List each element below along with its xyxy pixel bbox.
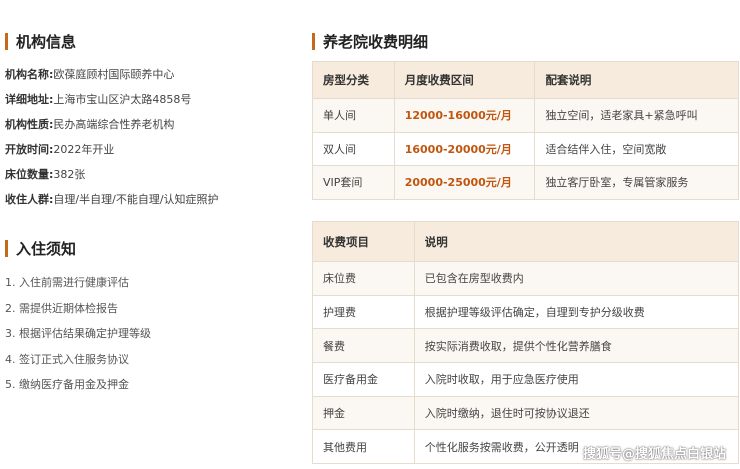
org-title: 机构信息 xyxy=(16,33,77,51)
item-description-cell: 入院时缴纳，退住时可按协议退还 xyxy=(413,395,740,431)
info-row-beds: 床位数量:382张 xyxy=(5,168,86,181)
item-description-cell: 已包含在房型收费内 xyxy=(413,261,740,296)
table-header-row: 收费项目 说明 xyxy=(312,221,740,262)
admission-title: 入住须知 xyxy=(16,240,77,258)
item-name-cell: 餐费 xyxy=(312,328,415,364)
fees-section-title: 养老院收费明细 xyxy=(312,31,428,52)
info-row-address: 详细地址:上海市宝山区沪太路4858号 xyxy=(5,93,192,106)
room-type-cell: VIP套间 xyxy=(312,165,395,200)
title-accent-bar xyxy=(312,33,315,50)
item-name-cell: 押金 xyxy=(312,395,415,431)
step-item: 2. 需提供近期体检报告 xyxy=(5,301,118,315)
admission-section-title: 入住须知 xyxy=(5,238,76,259)
step-item: 5. 缴纳医疗备用金及押金 xyxy=(5,378,129,391)
room-fee-table: 房型分类 月度收费区间 配套说明 单人间 12000-16000元/月 独立空间… xyxy=(312,61,739,200)
fee-item-table: 收费项目 说明 床位费 已包含在房型收费内 护理费 根据护理等级评估确定，自理到… xyxy=(312,221,740,465)
item-description-cell: 按实际消费收取，提供个性化营养膳食 xyxy=(413,328,740,364)
admission-steps: 1. 入住前需进行健康评估 2. 需提供近期体检报告 3. 根据评估结果确定护理… xyxy=(5,272,295,400)
table-row: 餐费 按实际消费收取，提供个性化营养膳食 xyxy=(312,328,740,364)
item-name-cell: 床位费 xyxy=(312,261,415,296)
table-row: 护理费 根据护理等级评估确定，自理到专护分级收费 xyxy=(312,294,740,330)
table-row: 医疗备用金 入院时收取，用于应急医疗使用 xyxy=(312,362,740,397)
item-description-cell: 根据护理等级评估确定，自理到专护分级收费 xyxy=(413,294,740,330)
info-row-opening: 开放时间:2022年开业 xyxy=(5,143,115,156)
column-header: 收费项目 xyxy=(312,221,415,262)
step-item: 4. 签订正式入住服务协议 xyxy=(5,352,129,366)
price-cell: 12000-16000元/月 xyxy=(393,98,536,133)
price-cell: 20000-25000元/月 xyxy=(393,165,536,200)
info-row-residents: 收住人群:自理/半自理/不能自理/认知症照护 xyxy=(5,193,219,206)
description-cell: 独立空间，适老家具+紧急呼叫 xyxy=(534,98,739,133)
org-section-title: 机构信息 xyxy=(5,31,76,52)
column-header: 说明 xyxy=(413,221,740,262)
item-name-cell: 其他费用 xyxy=(312,429,415,465)
table-header-row: 房型分类 月度收费区间 配套说明 xyxy=(312,61,739,99)
table-row: 床位费 已包含在房型收费内 xyxy=(312,261,740,296)
room-type-cell: 单人间 xyxy=(312,98,395,133)
title-accent-bar xyxy=(5,240,8,257)
info-row-type: 机构性质:民办高端综合性养老机构 xyxy=(5,118,175,131)
description-cell: 独立客厅卧室，专属管家服务 xyxy=(534,165,739,200)
table-row: 双人间 16000-20000元/月 适合结伴入住，空间宽敞 xyxy=(312,131,739,166)
column-header: 月度收费区间 xyxy=(393,61,536,99)
step-item: 3. 根据评估结果确定护理等级 xyxy=(5,327,151,340)
item-name-cell: 医疗备用金 xyxy=(312,362,415,397)
table-row: VIP套间 20000-25000元/月 独立客厅卧室，专属管家服务 xyxy=(312,165,739,200)
info-row-name: 机构名称:欧葆庭顾村国际颐养中心 xyxy=(5,68,175,81)
watermark: 搜狐号@搜狐焦点白银站 xyxy=(582,447,726,462)
price-cell: 16000-20000元/月 xyxy=(393,131,536,166)
org-info-list: 机构名称:欧葆庭顾村国际颐养中心 详细地址:上海市宝山区沪太路4858号 机构性… xyxy=(5,64,295,214)
title-accent-bar xyxy=(5,33,8,50)
fees-title: 养老院收费明细 xyxy=(323,33,429,51)
step-item: 1. 入住前需进行健康评估 xyxy=(5,276,129,289)
description-cell: 适合结伴入住，空间宽敞 xyxy=(534,131,739,166)
item-name-cell: 护理费 xyxy=(312,294,415,330)
item-description-cell: 入院时收取，用于应急医疗使用 xyxy=(413,362,740,397)
column-header: 房型分类 xyxy=(312,61,395,99)
table-row: 单人间 12000-16000元/月 独立空间，适老家具+紧急呼叫 xyxy=(312,98,739,133)
table-row: 押金 入院时缴纳，退住时可按协议退还 xyxy=(312,395,740,431)
room-type-cell: 双人间 xyxy=(312,131,395,166)
column-header: 配套说明 xyxy=(534,61,739,99)
